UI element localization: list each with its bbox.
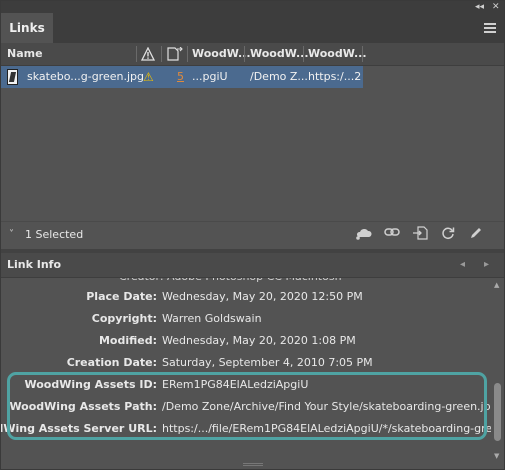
tab-links[interactable]: Links	[1, 13, 53, 43]
links-status-bar: ˅ 1 Selected	[1, 221, 504, 248]
panel-menu-icon[interactable]	[484, 23, 496, 33]
scroll-down-icon[interactable]: ▼	[494, 452, 499, 460]
field-label: Creation Date:	[66, 356, 157, 369]
chevron-down-icon[interactable]: ˅	[9, 222, 14, 248]
link-info-row: Modified: Wednesday, May 20, 2020 1:08 P…	[1, 330, 491, 351]
selection-count: 1 Selected	[25, 228, 84, 241]
image-thumbnail-icon	[7, 69, 18, 85]
relink-icon[interactable]	[383, 226, 401, 244]
link-name: skatebo...g-green.jpg	[27, 70, 144, 83]
page-icon[interactable]	[167, 43, 185, 65]
column-woodwing-path[interactable]: WoodW...	[250, 43, 309, 65]
link-info-title: Link Info	[7, 258, 62, 271]
links-column-header: Name WoodW... WoodW... WoodW...	[1, 43, 504, 66]
link-info-row: Place Date: Wednesday, May 20, 2020 12:5…	[1, 286, 491, 307]
column-name[interactable]: Name	[7, 43, 43, 65]
field-value: Wednesday, May 20, 2020 12:50 PM	[162, 290, 363, 303]
scrollbar-thumb[interactable]	[494, 383, 501, 441]
link-info-header: Link Info ◂ ▸	[1, 253, 504, 278]
links-list-empty-area	[1, 89, 504, 221]
next-link-icon[interactable]: ▸	[484, 253, 489, 277]
panel-top-strip: ◂◂ ✕	[1, 1, 504, 13]
goto-link-icon[interactable]	[411, 226, 429, 244]
page-number-link[interactable]: 5	[177, 66, 184, 88]
link-info-row: Copyright: Warren Goldswain	[1, 308, 491, 329]
field-label: Copyright:	[91, 312, 157, 325]
column-woodwing-id[interactable]: WoodW...	[192, 43, 251, 65]
link-info-scrollbar[interactable]: ▲ ▼	[491, 278, 504, 463]
collapse-panel-icon[interactable]: ◂◂	[475, 1, 484, 13]
warning-icon: ⚠	[143, 70, 154, 84]
edit-original-icon[interactable]	[467, 226, 485, 244]
link-woodwing-url: https:/...2	[308, 70, 362, 83]
cloud-icon[interactable]	[355, 226, 373, 244]
link-woodwing-id: ...pgiU	[192, 70, 228, 83]
update-link-icon[interactable]	[439, 226, 457, 244]
links-panel: ◂◂ ✕ Links Name WoodW... WoodW... WoodW.…	[0, 0, 505, 470]
warning-icon[interactable]	[141, 43, 157, 65]
close-panel-icon[interactable]: ✕	[492, 1, 500, 13]
field-label: Place Date:	[86, 290, 157, 303]
field-value: Saturday, September 4, 2010 7:05 PM	[162, 356, 373, 369]
field-label: Modified:	[98, 334, 157, 347]
link-woodwing-path: /Demo Z...	[250, 70, 308, 83]
link-info-row: Creation Date: Saturday, September 4, 20…	[1, 352, 491, 373]
field-value: Wednesday, May 20, 2020 1:08 PM	[162, 334, 356, 347]
woodwing-fields-highlight	[7, 372, 487, 440]
scroll-up-icon[interactable]: ▲	[494, 281, 499, 289]
field-value: Warren Goldswain	[162, 312, 262, 325]
panel-tab-bar: Links	[1, 13, 504, 43]
previous-link-icon[interactable]: ◂	[460, 253, 465, 277]
column-woodwing-url[interactable]: WoodW...	[308, 43, 367, 65]
link-row[interactable]: skatebo...g-green.jpg ⚠ 5 ...pgiU /Demo …	[1, 66, 363, 88]
resize-grip-icon[interactable]	[243, 463, 263, 469]
